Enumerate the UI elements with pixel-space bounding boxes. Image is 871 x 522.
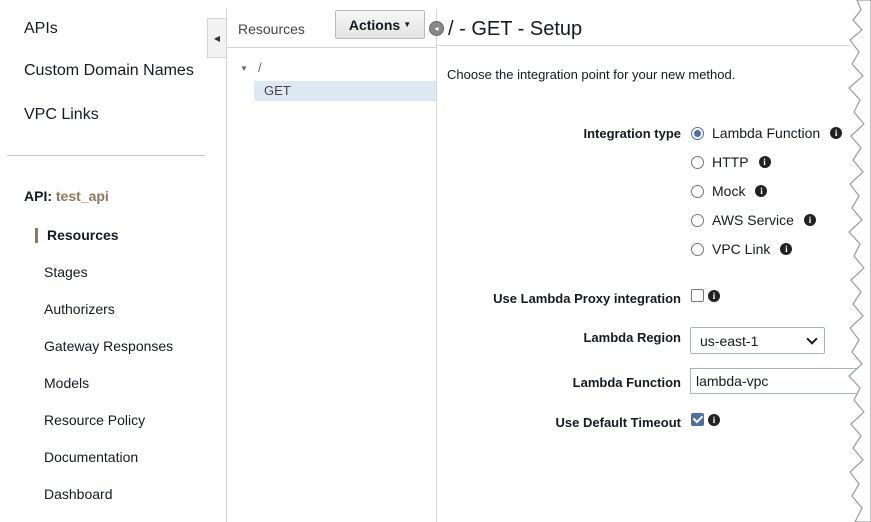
- radio-option-http[interactable]: HTTP i: [691, 154, 771, 170]
- radio-mock[interactable]: [691, 184, 704, 198]
- title-divider: [437, 45, 850, 46]
- sidebar-item-resources[interactable]: Resources: [47, 227, 119, 243]
- info-icon[interactable]: i: [803, 214, 816, 226]
- proxy-integration-label: Use Lambda Proxy integration: [493, 291, 681, 306]
- radio-label-mock: Mock: [712, 183, 746, 199]
- lambda-region-value: us-east-1: [700, 333, 759, 349]
- pane-resize-handle[interactable]: ◂: [429, 21, 444, 36]
- api-prefix: API:: [24, 188, 52, 204]
- sidebar-item-dashboard[interactable]: Dashboard: [44, 486, 113, 502]
- resources-header: Resources: [238, 21, 305, 37]
- handle-icon: ◂: [434, 24, 439, 33]
- sidebar-item-gateway-responses[interactable]: Gateway Responses: [44, 338, 173, 354]
- collapse-arrow-icon: ◀: [213, 33, 221, 43]
- actions-label: Actions: [348, 16, 401, 33]
- proxy-integration-checkbox[interactable]: [691, 289, 704, 302]
- pane-divider-left: [226, 9, 227, 522]
- sidebar-link-apis[interactable]: APIs: [24, 20, 58, 38]
- radio-vpc-link[interactable]: [691, 242, 704, 256]
- default-timeout-label: Use Default Timeout: [555, 415, 681, 430]
- radio-aws-service[interactable]: [691, 213, 704, 227]
- sidebar-item-stages[interactable]: Stages: [44, 264, 88, 280]
- chevron-down-icon: [806, 333, 818, 345]
- sidebar-item-documentation[interactable]: Documentation: [44, 449, 138, 465]
- tree-method-label: GET: [264, 83, 291, 98]
- api-name[interactable]: test_api: [56, 188, 109, 204]
- collapse-sidebar-button[interactable]: ◀: [207, 18, 226, 58]
- info-icon[interactable]: i: [755, 185, 768, 197]
- sidebar-item-resource-policy[interactable]: Resource Policy: [44, 412, 145, 428]
- radio-lambda-function[interactable]: [691, 126, 704, 140]
- api-label: API: test_api: [24, 188, 109, 204]
- radio-label-aws-service: AWS Service: [712, 212, 794, 228]
- page-title: / - GET - Setup: [448, 18, 583, 40]
- radio-option-lambda-function[interactable]: Lambda Function i: [691, 125, 843, 141]
- integration-type-label: Integration type: [583, 126, 681, 141]
- sidebar: APIs Custom Domain Names VPC Links API: …: [0, 0, 207, 522]
- tree-method-get[interactable]: GET: [254, 81, 436, 101]
- sidebar-link-vpc-links[interactable]: VPC Links: [24, 106, 99, 124]
- radio-label-vpc-link: VPC Link: [712, 241, 771, 257]
- tree-expand-icon[interactable]: ▼: [240, 64, 248, 73]
- tree-root-resource[interactable]: /: [258, 60, 262, 75]
- radio-option-mock[interactable]: Mock i: [691, 183, 768, 199]
- lambda-region-label: Lambda Region: [583, 330, 681, 345]
- sidebar-divider: [7, 155, 205, 156]
- active-indicator: [35, 228, 38, 243]
- pane-divider-right: [436, 9, 437, 522]
- resources-header-divider: [227, 47, 436, 48]
- sidebar-link-custom-domain-names[interactable]: Custom Domain Names: [24, 62, 194, 80]
- info-icon[interactable]: i: [758, 156, 771, 168]
- lambda-function-label: Lambda Function: [572, 375, 681, 390]
- info-icon[interactable]: i: [780, 243, 793, 255]
- intro-text: Choose the integration point for your ne…: [447, 67, 736, 82]
- radio-option-aws-service[interactable]: AWS Service i: [691, 212, 816, 228]
- radio-label-lambda-function: Lambda Function: [712, 125, 821, 141]
- sidebar-item-models[interactable]: Models: [44, 375, 89, 391]
- radio-option-vpc-link[interactable]: VPC Link i: [691, 241, 793, 257]
- caret-down-icon: ▼: [403, 20, 412, 29]
- default-timeout-checkbox[interactable]: [691, 413, 704, 426]
- torn-edge-decoration: [848, 0, 871, 522]
- info-icon[interactable]: i: [708, 414, 720, 426]
- radio-http[interactable]: [691, 155, 704, 169]
- sidebar-item-authorizers[interactable]: Authorizers: [44, 301, 115, 317]
- actions-button[interactable]: Actions ▼: [335, 10, 425, 39]
- radio-label-http: HTTP: [712, 154, 749, 170]
- info-icon[interactable]: i: [708, 290, 720, 302]
- lambda-region-select[interactable]: us-east-1: [690, 327, 825, 354]
